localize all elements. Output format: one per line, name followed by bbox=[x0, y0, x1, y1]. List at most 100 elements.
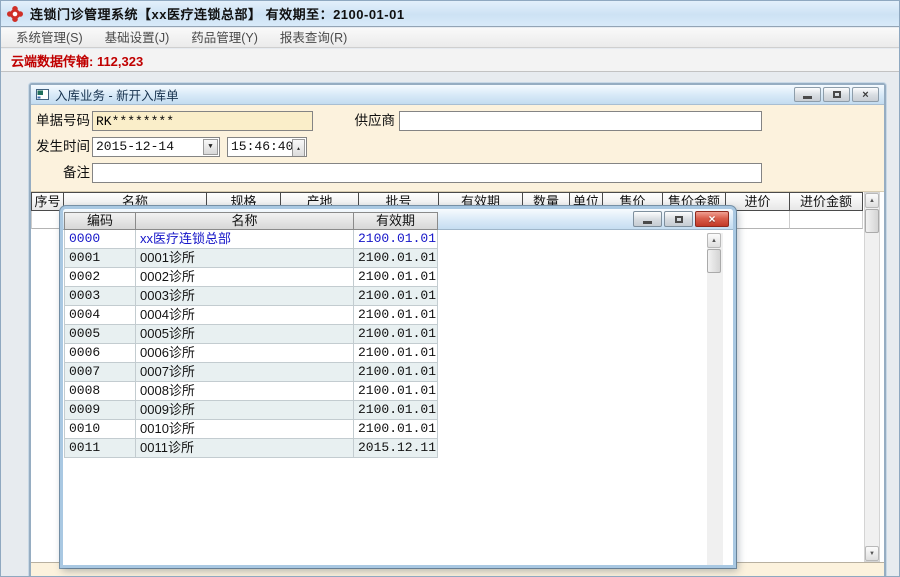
branch-column-header[interactable]: 有效期 bbox=[354, 212, 438, 230]
close-icon: × bbox=[862, 89, 868, 101]
branch-name-cell[interactable]: 0005诊所 bbox=[136, 325, 354, 344]
main-title-bar: 连锁门诊管理系统【xx医疗连锁总部】 有效期至：2100-01-01 bbox=[1, 1, 900, 27]
branch-row-0001[interactable]: 00010001诊所2100.01.01 bbox=[64, 249, 438, 268]
branch-expiry-cell[interactable]: 2100.01.01 bbox=[354, 306, 438, 325]
branch-code-cell[interactable]: 0002 bbox=[64, 268, 136, 287]
branch-expiry-cell[interactable]: 2100.01.01 bbox=[354, 230, 438, 249]
branch-row-0006[interactable]: 00060006诊所2100.01.01 bbox=[64, 344, 438, 363]
dialog-close-button[interactable]: × bbox=[695, 211, 729, 227]
dialog-minimize-button[interactable] bbox=[633, 211, 662, 227]
inbound-window-title-bar[interactable]: 入库业务 - 新开入库单 × bbox=[31, 85, 884, 105]
branch-expiry-cell[interactable]: 2100.01.01 bbox=[354, 401, 438, 420]
scroll-up-icon[interactable]: ▲ bbox=[865, 193, 879, 208]
mdi-client-area: 入库业务 - 新开入库单 × 单据号码 供应商 发生时间 2015-12-14 … bbox=[1, 73, 900, 577]
chevron-down-icon: ▼ bbox=[208, 138, 212, 156]
time-value: 15:46:40 bbox=[231, 139, 293, 154]
inbound-close-button[interactable]: × bbox=[852, 87, 879, 102]
doc-no-input[interactable] bbox=[92, 111, 313, 131]
branch-settings-dialog: 分部设置 × 编码名称有效期0000xx医疗连锁总部2100.01.010001… bbox=[60, 206, 736, 568]
branch-name-cell[interactable]: 0003诊所 bbox=[136, 287, 354, 306]
restore-icon bbox=[833, 91, 841, 98]
date-combobox[interactable]: 2015-12-14 ▼ bbox=[92, 137, 220, 157]
application-window: 连锁门诊管理系统【xx医疗连锁总部】 有效期至：2100-01-01 系统管理(… bbox=[0, 0, 900, 577]
branch-table: 编码名称有效期0000xx医疗连锁总部2100.01.0100010001诊所2… bbox=[64, 212, 438, 458]
branch-row-0004[interactable]: 00040004诊所2100.01.01 bbox=[64, 306, 438, 325]
scrollbar-thumb[interactable] bbox=[865, 209, 879, 233]
menu-item-0[interactable]: 系统管理(S) bbox=[5, 28, 94, 48]
time-spin-up-button[interactable]: ▲ bbox=[292, 139, 305, 157]
time-spinbox[interactable]: 15:46:40 ▲ ▼ bbox=[227, 137, 307, 157]
branch-code-cell[interactable]: 0005 bbox=[64, 325, 136, 344]
menu-item-2[interactable]: 药品管理(Y) bbox=[180, 28, 269, 48]
inbound-restore-button[interactable] bbox=[823, 87, 850, 102]
branch-row-0011[interactable]: 00110011诊所2015.12.11 bbox=[64, 439, 438, 458]
branch-row-0007[interactable]: 00070007诊所2100.01.01 bbox=[64, 363, 438, 382]
inbound-window-icon bbox=[36, 89, 49, 100]
window-title: 连锁门诊管理系统【xx医疗连锁总部】 有效期至：2100-01-01 bbox=[30, 4, 405, 23]
branch-code-cell[interactable]: 0010 bbox=[64, 420, 136, 439]
branch-row-0008[interactable]: 00080008诊所2100.01.01 bbox=[64, 382, 438, 401]
branch-code-cell[interactable]: 0009 bbox=[64, 401, 136, 420]
branch-row-0000[interactable]: 0000xx医疗连锁总部2100.01.01 bbox=[64, 230, 438, 249]
branch-expiry-cell[interactable]: 2100.01.01 bbox=[354, 325, 438, 344]
items-grid-scrollbar[interactable]: ▲ ▼ bbox=[864, 192, 880, 562]
branch-name-cell[interactable]: 0007诊所 bbox=[136, 363, 354, 382]
branch-column-header[interactable]: 编码 bbox=[64, 212, 136, 230]
minimize-icon bbox=[643, 221, 652, 224]
branch-name-cell[interactable]: 0010诊所 bbox=[136, 420, 354, 439]
date-dropdown-button[interactable]: ▼ bbox=[203, 139, 218, 155]
dialog-restore-button[interactable] bbox=[664, 211, 693, 227]
occur-time-label: 发生时间 bbox=[33, 137, 90, 157]
branch-row-0009[interactable]: 00090009诊所2100.01.01 bbox=[64, 401, 438, 420]
grid-empty-cell[interactable] bbox=[790, 211, 863, 229]
menu-item-3[interactable]: 报表查询(R) bbox=[269, 28, 358, 48]
branch-code-cell[interactable]: 0003 bbox=[64, 287, 136, 306]
remark-label: 备注 bbox=[33, 163, 90, 183]
branch-code-cell[interactable]: 0001 bbox=[64, 249, 136, 268]
branch-expiry-cell[interactable]: 2100.01.01 bbox=[354, 344, 438, 363]
branch-name-cell[interactable]: 0011诊所 bbox=[136, 439, 354, 458]
supplier-input[interactable] bbox=[399, 111, 762, 131]
branch-name-cell[interactable]: 0006诊所 bbox=[136, 344, 354, 363]
branch-expiry-cell[interactable]: 2100.01.01 bbox=[354, 363, 438, 382]
restore-icon bbox=[675, 216, 683, 223]
branch-name-cell[interactable]: 0002诊所 bbox=[136, 268, 354, 287]
branch-code-cell[interactable]: 0008 bbox=[64, 382, 136, 401]
arrow-up-icon: ▲ bbox=[297, 140, 300, 157]
branch-name-cell[interactable]: 0001诊所 bbox=[136, 249, 354, 268]
branch-expiry-cell[interactable]: 2100.01.01 bbox=[354, 420, 438, 439]
branch-name-cell[interactable]: 0009诊所 bbox=[136, 401, 354, 420]
scrollbar-thumb[interactable] bbox=[707, 249, 721, 273]
branch-expiry-cell[interactable]: 2100.01.01 bbox=[354, 382, 438, 401]
branch-expiry-cell[interactable]: 2100.01.01 bbox=[354, 268, 438, 287]
grid-column-header[interactable]: 进价 bbox=[726, 192, 790, 211]
inbound-minimize-button[interactable] bbox=[794, 87, 821, 102]
branch-code-cell[interactable]: 0000 bbox=[64, 230, 136, 249]
branch-expiry-cell[interactable]: 2100.01.01 bbox=[354, 249, 438, 268]
branch-code-cell[interactable]: 0006 bbox=[64, 344, 136, 363]
scroll-up-icon[interactable]: ▲ bbox=[707, 233, 721, 248]
branch-row-0002[interactable]: 00020002诊所2100.01.01 bbox=[64, 268, 438, 287]
branch-row-0003[interactable]: 00030003诊所2100.01.01 bbox=[64, 287, 438, 306]
supplier-label: 供应商 bbox=[349, 111, 395, 131]
branch-code-cell[interactable]: 0011 bbox=[64, 439, 136, 458]
grid-column-header[interactable]: 进价金额 bbox=[790, 192, 863, 211]
branch-code-cell[interactable]: 0004 bbox=[64, 306, 136, 325]
branch-name-cell[interactable]: 0004诊所 bbox=[136, 306, 354, 325]
branch-expiry-cell[interactable]: 2100.01.01 bbox=[354, 287, 438, 306]
branch-code-cell[interactable]: 0007 bbox=[64, 363, 136, 382]
remark-input[interactable] bbox=[92, 163, 762, 183]
doc-no-label: 单据号码 bbox=[33, 111, 90, 131]
branch-column-header[interactable]: 名称 bbox=[136, 212, 354, 230]
app-red-gear-icon bbox=[7, 6, 23, 22]
scroll-down-icon[interactable]: ▼ bbox=[865, 546, 879, 561]
grid-column-header[interactable]: 序号 bbox=[31, 192, 64, 211]
dialog-scrollbar[interactable]: ▲ bbox=[707, 233, 723, 565]
menu-item-1[interactable]: 基础设置(J) bbox=[94, 28, 181, 48]
minimize-icon bbox=[803, 96, 812, 99]
branch-name-cell[interactable]: 0008诊所 bbox=[136, 382, 354, 401]
branch-row-0010[interactable]: 00100010诊所2100.01.01 bbox=[64, 420, 438, 439]
branch-row-0005[interactable]: 00050005诊所2100.01.01 bbox=[64, 325, 438, 344]
branch-name-cell[interactable]: xx医疗连锁总部 bbox=[136, 230, 354, 249]
branch-expiry-cell[interactable]: 2015.12.11 bbox=[354, 439, 438, 458]
